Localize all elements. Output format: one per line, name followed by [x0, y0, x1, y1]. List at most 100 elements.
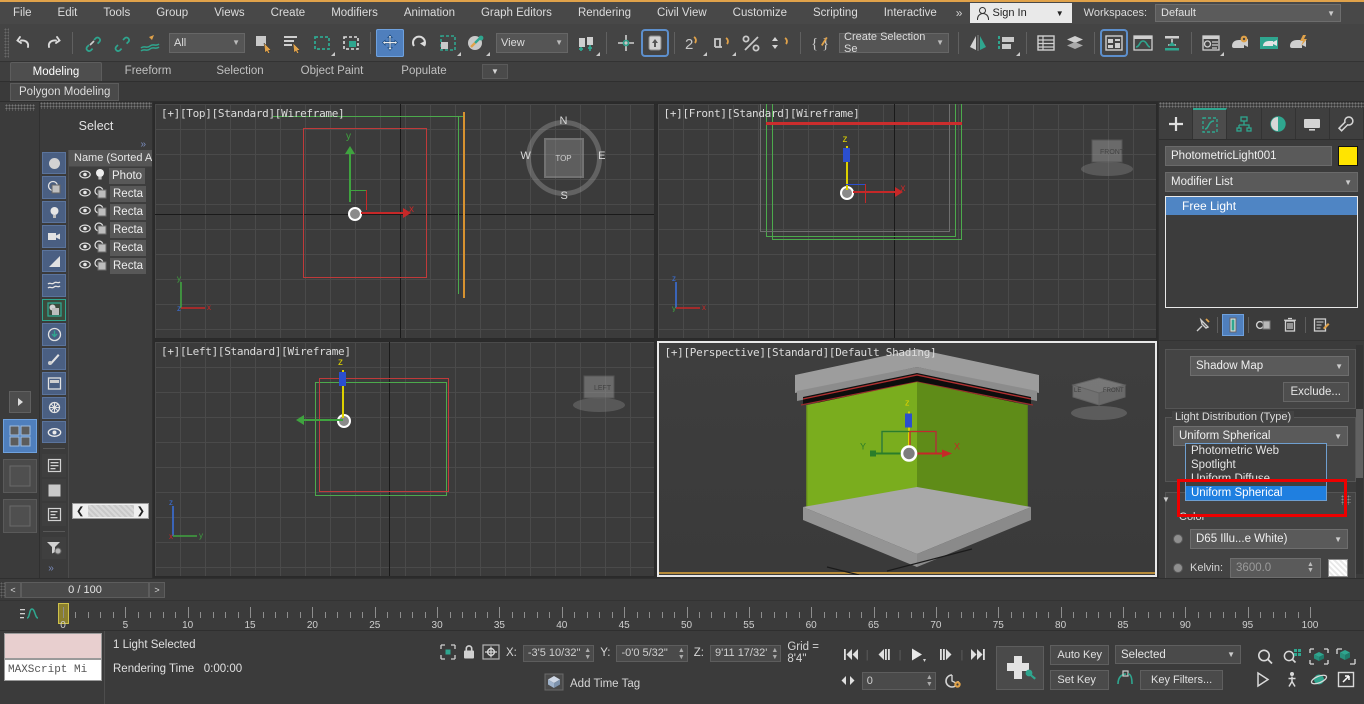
window-crossing-toggle-icon[interactable]	[337, 29, 365, 57]
redo-icon[interactable]	[39, 29, 67, 57]
viewcube-west-label[interactable]: W	[521, 150, 531, 162]
modifier-stack-item-free-light[interactable]: Free Light	[1166, 197, 1357, 215]
menu-item-tools[interactable]: Tools	[90, 2, 143, 24]
viewcube-front[interactable]: FRONT	[1070, 138, 1144, 180]
dropdown-option-uniform-diffuse[interactable]: Uniform Diffuse	[1186, 472, 1326, 486]
schematic-view-icon[interactable]	[1158, 29, 1186, 57]
spinner-icon[interactable]: ▲ ▼	[1306, 561, 1315, 575]
view-layout-option-2-button[interactable]	[2, 499, 37, 533]
menu-item-rendering[interactable]: Rendering	[565, 2, 644, 24]
select-cameras-icon[interactable]	[42, 225, 66, 248]
modifier-stack[interactable]: Free Light	[1165, 196, 1358, 308]
visibility-eye-icon[interactable]	[79, 260, 91, 272]
ribbon-tab-populate[interactable]: Populate	[378, 62, 470, 81]
light-gizmo-group[interactable]: z X Y	[844, 390, 974, 503]
explorer-horizontal-scrollbar[interactable]: ❮ ❯	[72, 503, 149, 519]
select-all-icon[interactable]	[42, 152, 66, 175]
light-object-gizmo[interactable]	[348, 207, 362, 221]
prev-frame-icon[interactable]	[872, 645, 896, 665]
undo-icon[interactable]	[10, 29, 38, 57]
ribbon-tab-selection[interactable]: Selection	[194, 62, 286, 81]
viewcube[interactable]: TOP N S E W	[521, 115, 606, 202]
menu-item-edit[interactable]: Edit	[45, 2, 91, 24]
select-lights-icon[interactable]	[42, 200, 66, 224]
spinner-icon[interactable]: ▲ ▼	[678, 647, 685, 661]
key-mode-toggle-icon[interactable]	[839, 671, 857, 691]
bind-to-space-warp-icon[interactable]	[136, 29, 164, 57]
make-unique-icon[interactable]	[1253, 314, 1275, 336]
quad-view-layout-button[interactable]	[2, 419, 37, 453]
viewport-label-top[interactable]: [+][Top][Standard][Wireframe]	[161, 107, 345, 120]
unlink-selection-icon[interactable]	[107, 29, 135, 57]
viewcube-perspective[interactable]: LE FRONT	[1057, 375, 1141, 423]
mirror-icon[interactable]	[964, 29, 992, 57]
menu-item-customize[interactable]: Customize	[720, 2, 800, 24]
menu-item-group[interactable]: Group	[143, 2, 201, 24]
dropdown-option-uniform-spherical[interactable]: Uniform Spherical	[1186, 486, 1326, 500]
select-helpers-icon[interactable]	[42, 249, 66, 273]
use-pivot-point-center-icon[interactable]	[573, 29, 601, 57]
key-filters-button[interactable]: Key Filters...	[1140, 669, 1224, 690]
orbit-icon[interactable]	[1307, 669, 1331, 689]
zoom-all-icon[interactable]	[1280, 646, 1304, 666]
ribbon-more-chevron-icon[interactable]: ▼	[482, 64, 508, 79]
shadow-type-select[interactable]: Shadow Map ▼	[1190, 356, 1349, 376]
layer-manager-icon[interactable]	[1061, 29, 1089, 57]
menu-item-civil-view[interactable]: Civil View	[644, 2, 720, 24]
select-geometry-icon[interactable]	[42, 176, 66, 199]
viewport-front[interactable]: x z z x y FRONT [+][Front][Standard][Wir…	[656, 103, 1157, 339]
spinner-snap-icon[interactable]	[767, 29, 795, 57]
list-item[interactable]: Recta	[69, 185, 152, 203]
add-time-tag-icon[interactable]	[544, 673, 564, 694]
sign-in-button[interactable]: Sign In ▼	[970, 3, 1072, 23]
maxscript-output-pane[interactable]	[4, 633, 102, 659]
auto-key-button[interactable]: Auto Key	[1050, 645, 1109, 665]
prev-frame-button[interactable]: <	[5, 581, 21, 598]
align-icon[interactable]	[993, 29, 1021, 57]
select-display-icon[interactable]	[42, 420, 66, 444]
explorer-footer-chevron-icon[interactable]: »	[48, 563, 60, 578]
visibility-eye-icon[interactable]	[79, 170, 91, 182]
current-frame-field[interactable]: 0 ▲ ▼	[861, 671, 936, 690]
command-panel-scrollbar[interactable]	[1356, 345, 1363, 574]
menu-item-file[interactable]: File	[0, 2, 45, 24]
menu-item-scripting[interactable]: Scripting	[800, 2, 871, 24]
command-panel-rollouts[interactable]: Shadow Map ▼ Exclude... Light Distributi…	[1159, 340, 1364, 578]
render-production-icon[interactable]	[1284, 29, 1312, 57]
layer-explorer-icon[interactable]	[1032, 29, 1060, 57]
select-and-scale-icon[interactable]	[434, 29, 462, 57]
select-groups-icon[interactable]	[42, 298, 66, 322]
visibility-eye-icon[interactable]	[79, 188, 91, 200]
menu-item-views[interactable]: Views	[201, 2, 257, 24]
select-xrefs-icon[interactable]	[42, 323, 66, 346]
selection-lock-region-icon[interactable]	[440, 643, 456, 663]
material-editor-icon[interactable]	[1197, 29, 1225, 57]
viewport-label-perspective[interactable]: [+][Perspective][Standard][Default Shadi…	[665, 346, 937, 359]
viewcube-face[interactable]: TOP	[543, 138, 584, 178]
filter-icon[interactable]	[42, 536, 66, 560]
select-by-name-icon[interactable]	[279, 29, 307, 57]
absolute-relative-mode-icon[interactable]	[482, 643, 500, 663]
snaps-toggle-icon[interactable]	[641, 29, 669, 57]
configure-modifier-sets-icon[interactable]	[1310, 314, 1332, 336]
kelvin-radio[interactable]	[1173, 563, 1183, 573]
lock-selection-icon[interactable]	[462, 644, 476, 663]
scrollbar-thumb[interactable]	[1356, 409, 1363, 478]
select-and-rotate-icon[interactable]	[405, 29, 433, 57]
utilities-tab[interactable]	[1330, 108, 1364, 139]
list-item[interactable]: Recta	[69, 257, 152, 275]
modifier-list-select[interactable]: Modifier List ▼	[1165, 172, 1358, 192]
ribbon-tab-freeform[interactable]: Freeform	[102, 62, 194, 81]
explorer-grip[interactable]	[40, 102, 152, 109]
select-space-warps-icon[interactable]	[42, 274, 66, 297]
view-layout-option-1-button[interactable]	[2, 459, 37, 493]
ribbon-toggle-icon[interactable]	[1100, 29, 1128, 57]
percent-snap-alt-icon[interactable]	[709, 29, 737, 57]
axis-y-handle[interactable]	[349, 152, 351, 202]
percent-snap-icon[interactable]	[738, 29, 766, 57]
scroll-right-arrow-icon[interactable]: ❯	[137, 506, 145, 517]
viewport-perspective[interactable]: z X Y LE FRONT [+][Perspective][Standard…	[656, 341, 1157, 577]
viewport-left[interactable]: z z y x LEFT [+][Left][Standard][Wirefra…	[154, 341, 655, 577]
columns-icon[interactable]	[42, 503, 66, 526]
toolbar-grip[interactable]	[4, 27, 9, 58]
